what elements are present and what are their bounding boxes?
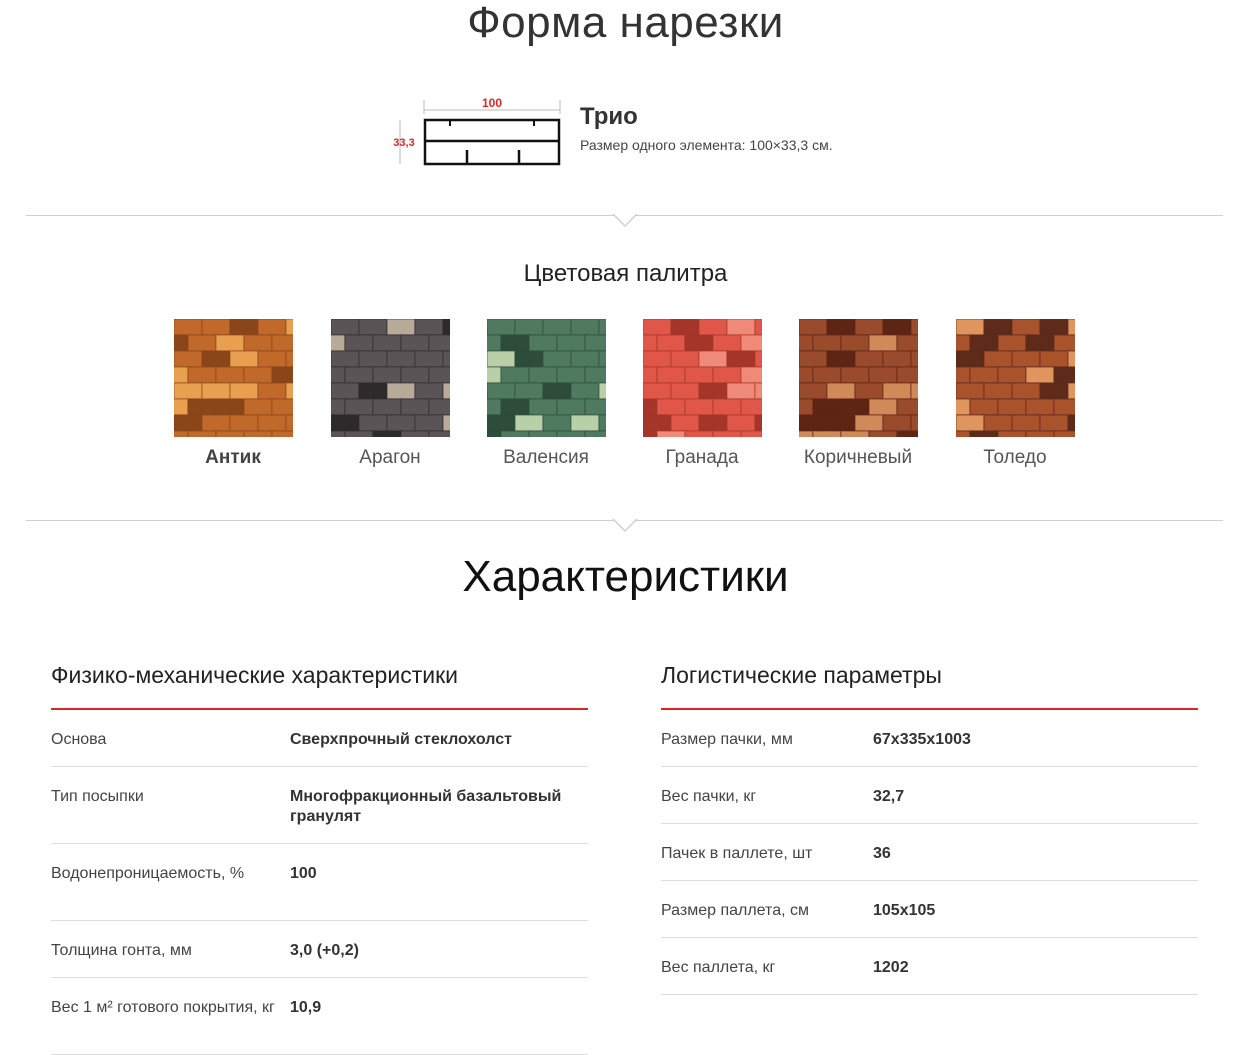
spec-row: Тип посыпки Многофракционный базальтовый …	[51, 767, 588, 844]
spec-key: Вес 1 м² готового покрытия, кг	[51, 999, 275, 1016]
physical-characteristics-heading: Физико-механические характеристики	[51, 662, 588, 710]
color-swatch[interactable]	[174, 319, 293, 437]
spec-row: Вес паллета, кг 1202	[661, 938, 1198, 995]
divider-arrow-icon	[612, 213, 638, 227]
spec-key: Толщина гонта, мм	[51, 942, 192, 959]
spec-row: Основа Сверхпрочный стеклохолст	[51, 710, 588, 767]
divider-arrow-icon	[612, 518, 638, 532]
spec-value: 36	[873, 845, 891, 862]
spec-key: Тип посыпки	[51, 788, 144, 805]
color-swatch[interactable]	[956, 319, 1075, 437]
spec-row: Водонепроницаемость, % 100	[51, 844, 588, 921]
spec-value: Сверхпрочный стеклохолст	[290, 731, 512, 748]
spec-key: Размер пачки, мм	[661, 731, 793, 748]
spec-row: Размер пачки, мм 67x335x1003	[661, 710, 1198, 767]
spec-value: 105x105	[873, 902, 936, 919]
cut-shape-size: Размер одного элемента: 100×33,3 см.	[580, 137, 833, 153]
spec-key: Основа	[51, 731, 107, 748]
cut-shape-title: Форма нарезки	[467, 0, 784, 47]
section-divider	[26, 213, 1223, 227]
spec-value: 3,0 (+0,2)	[290, 942, 359, 959]
dim-width-label: 100	[482, 96, 502, 110]
logistics-table: Логистические параметры Размер пачки, мм…	[661, 662, 1198, 995]
color-swatch-label[interactable]: Толедо	[945, 447, 1085, 469]
color-swatch-label[interactable]: Гранада	[632, 447, 772, 469]
color-swatch[interactable]	[487, 319, 606, 437]
spec-row: Размер паллета, см 105x105	[661, 881, 1198, 938]
spec-value: 67x335x1003	[873, 731, 971, 748]
spec-key: Вес пачки, кг	[661, 788, 757, 805]
color-swatch-label[interactable]: Валенсия	[476, 447, 616, 469]
spec-row: Пачек в паллете, шт 36	[661, 824, 1198, 881]
spec-key: Вес паллета, кг	[661, 959, 776, 976]
section-divider	[26, 518, 1223, 532]
color-swatch-label[interactable]: Коричневый	[788, 447, 928, 469]
spec-row: Вес 1 м² готового покрытия, кг 10,9	[51, 978, 588, 1055]
physical-characteristics-table: Физико-механические характеристики Основ…	[51, 662, 588, 1055]
color-swatch-label[interactable]: Арагон	[320, 447, 460, 469]
spec-value: 32,7	[873, 788, 905, 805]
spec-key: Размер паллета, см	[661, 902, 809, 919]
spec-row: Толщина гонта, мм 3,0 (+0,2)	[51, 921, 588, 978]
spec-value: Многофракционный базальтовый гранулят	[290, 788, 562, 825]
trio-cut-diagram: 100 33,3	[390, 94, 570, 174]
palette-title: Цветовая палитра	[523, 260, 728, 287]
color-swatch-label[interactable]: Антик	[163, 447, 303, 469]
spec-row: Вес пачки, кг 32,7	[661, 767, 1198, 824]
spec-key: Водонепроницаемость, %	[51, 865, 245, 882]
dim-height-label: 33,3	[393, 137, 414, 149]
color-swatch[interactable]	[643, 319, 762, 437]
cut-shape-name: Трио	[580, 103, 638, 130]
spec-value: 10,9	[290, 999, 322, 1016]
characteristics-title: Характеристики	[462, 552, 789, 601]
spec-value: 1202	[873, 959, 909, 976]
spec-key: Пачек в паллете, шт	[661, 845, 813, 862]
spec-value: 100	[290, 865, 317, 882]
logistics-heading: Логистические параметры	[661, 662, 1198, 710]
color-swatch[interactable]	[331, 319, 450, 437]
color-swatch[interactable]	[799, 319, 918, 437]
